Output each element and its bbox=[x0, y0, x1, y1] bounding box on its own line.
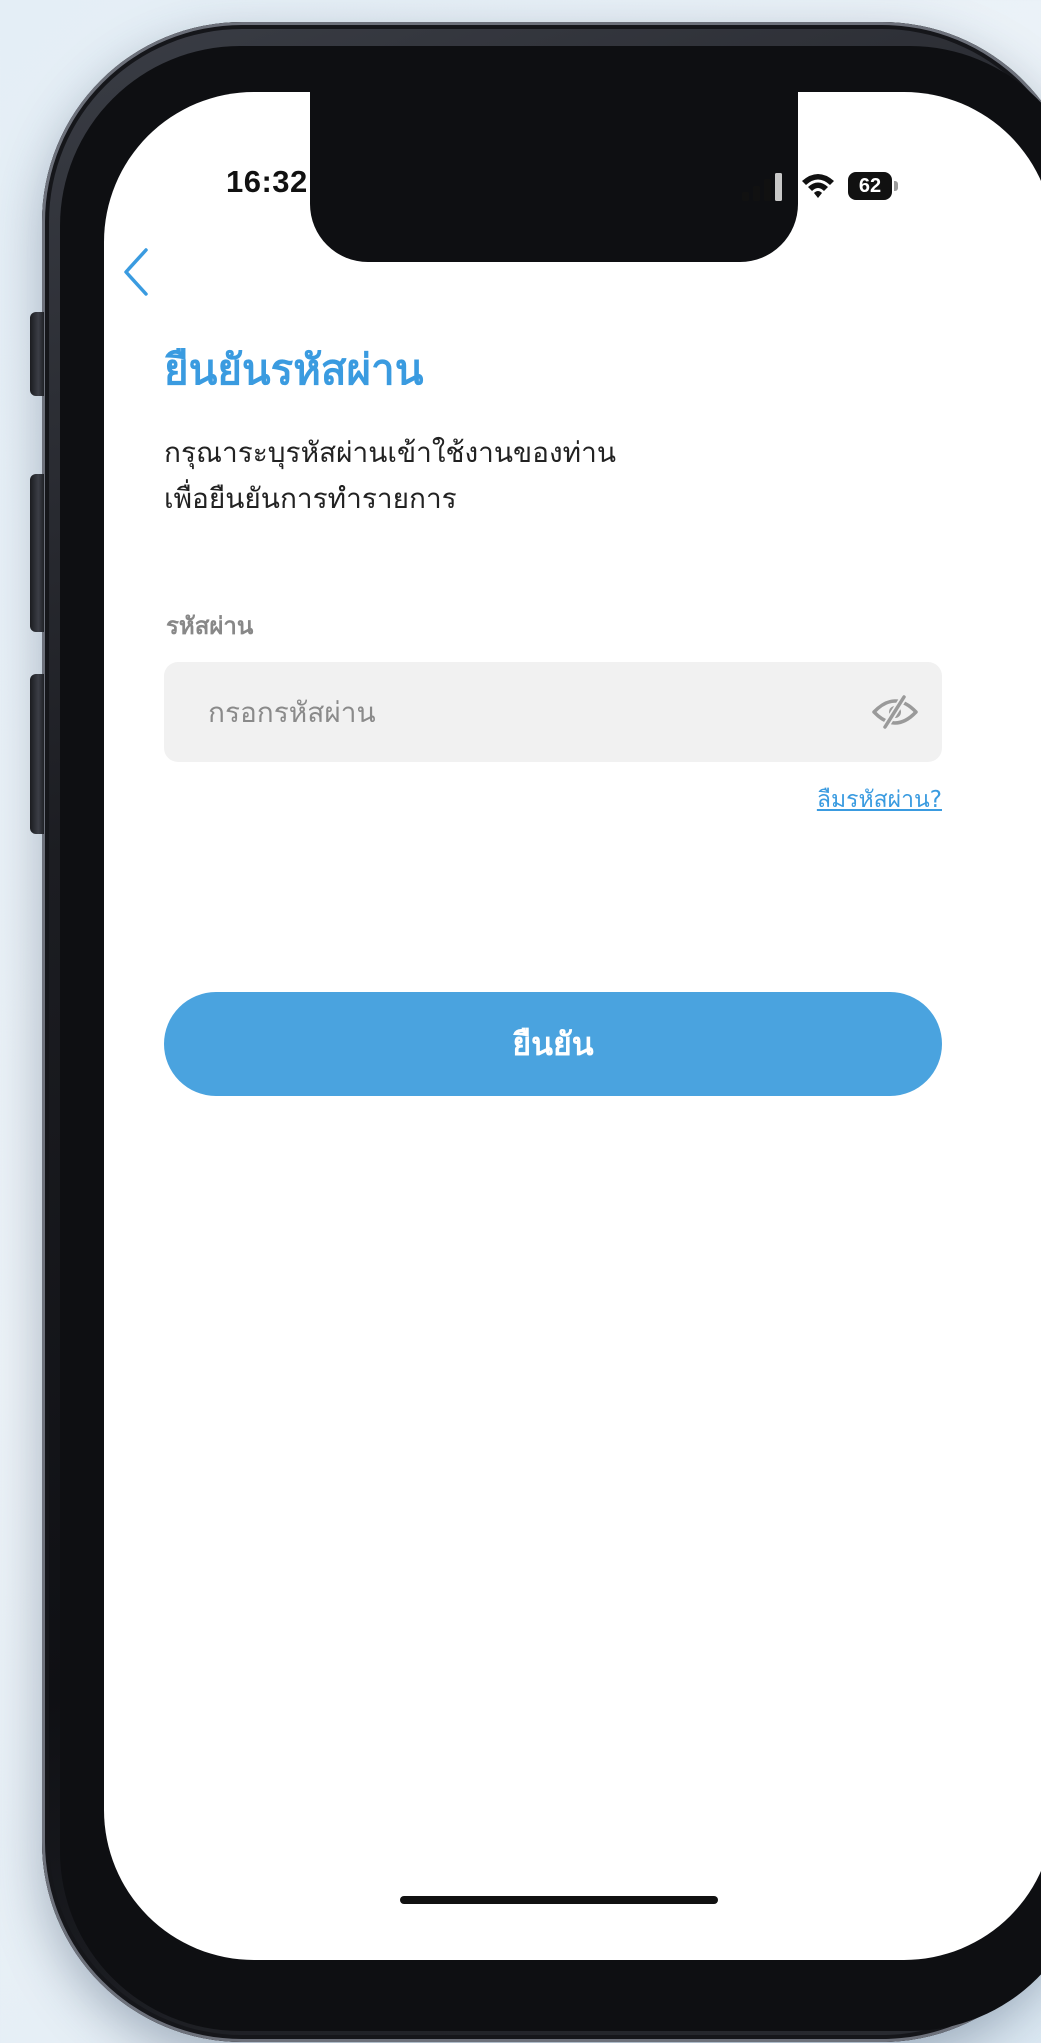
forgot-password-link[interactable]: ลืมรหัสผ่าน? bbox=[684, 782, 942, 818]
volume-up-button bbox=[30, 474, 44, 632]
back-button[interactable] bbox=[116, 242, 164, 302]
password-visibility-toggle[interactable] bbox=[870, 693, 920, 731]
page-subtitle: กรุณาระบุรหัสผ่านเข้าใช้งานของท่าน เพื่อ… bbox=[164, 430, 944, 522]
battery-cap bbox=[894, 181, 898, 191]
password-field bbox=[164, 662, 942, 762]
chevron-left-icon bbox=[124, 248, 148, 296]
status-time: 16:32 bbox=[226, 164, 308, 199]
phone-screen: 16:32 62 ยืนยันรหัสผ่าน กรุณาระบุรหัสผ่า… bbox=[104, 92, 1041, 1960]
password-label: รหัสผ่าน bbox=[166, 612, 254, 640]
subtitle-line-2: เพื่อยืนยันการทำรายการ bbox=[164, 482, 457, 515]
home-indicator bbox=[400, 1896, 718, 1904]
eye-off-icon bbox=[872, 693, 918, 731]
subtitle-line-1: กรุณาระบุรหัสผ่านเข้าใช้งานของท่าน bbox=[164, 436, 616, 469]
page-title: ยืนยันรหัสผ่าน bbox=[164, 345, 424, 394]
confirm-button[interactable]: ยืนยัน bbox=[164, 992, 942, 1096]
notch bbox=[310, 92, 798, 262]
password-input[interactable] bbox=[164, 662, 824, 762]
mute-switch bbox=[30, 312, 44, 396]
wifi-icon bbox=[802, 174, 834, 198]
battery-icon: 62 bbox=[848, 172, 900, 200]
status-icons: 62 bbox=[740, 170, 940, 210]
cellular-signal-icon bbox=[742, 173, 782, 201]
volume-down-button bbox=[30, 674, 44, 834]
battery-level: 62 bbox=[848, 172, 892, 200]
